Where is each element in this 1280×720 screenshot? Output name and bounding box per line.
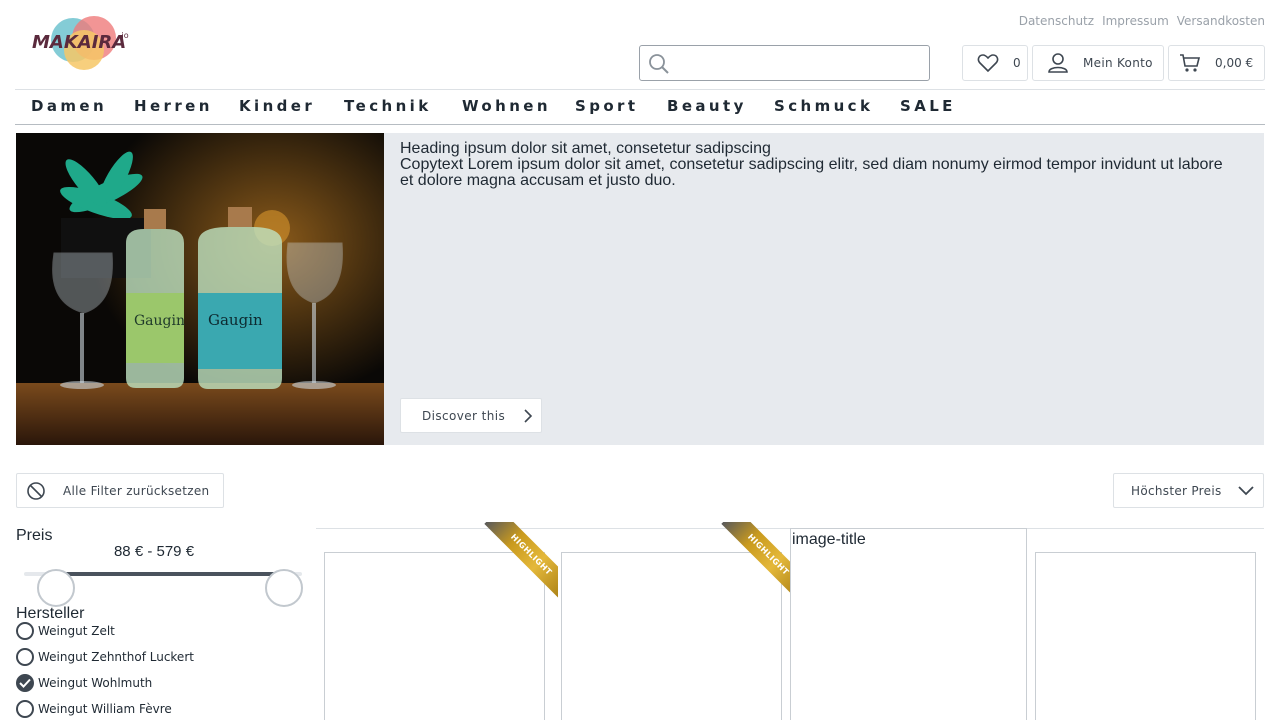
nav-item-schmuck[interactable]: Schmuck xyxy=(774,97,873,115)
search-box xyxy=(639,45,930,81)
highlight-ribbon-label: HIGHLIGHT xyxy=(484,522,558,598)
image-title-alt: image-title xyxy=(792,531,866,548)
sort-label: Höchster Preis xyxy=(1131,483,1222,498)
nav-item-kinder[interactable]: Kinder xyxy=(239,97,315,115)
radio-checked-icon[interactable] xyxy=(16,674,34,692)
maker-label: Weingut Zehnthof Luckert xyxy=(38,650,194,664)
cart-total: 0,00 € xyxy=(1215,56,1254,70)
chevron-right-icon xyxy=(524,409,533,423)
link-datenschutz[interactable]: Datenschutz xyxy=(1019,14,1094,28)
nav-item-wohnen[interactable]: Wohnen xyxy=(462,97,551,115)
meta-links: Datenschutz Impressum Versandkosten xyxy=(1019,14,1265,28)
maker-label: Weingut William Fèvre xyxy=(38,702,172,716)
bottle-label-left: Gaugin xyxy=(134,313,185,329)
nav-item-beauty[interactable]: Beauty xyxy=(667,97,747,115)
bottle-label-right: Gaugin xyxy=(208,311,263,329)
highlight-ribbon: HIGHLIGHT xyxy=(482,522,558,598)
cart-button[interactable]: 0,00 € xyxy=(1168,45,1265,81)
block-icon xyxy=(27,481,45,500)
teaser-copy: Copytext Lorem ipsum dolor sit amet, con… xyxy=(400,156,1223,189)
wishlist-count: 0 xyxy=(1013,56,1021,70)
maker-option[interactable]: Weingut Zehnthof Luckert xyxy=(16,648,194,666)
heart-icon xyxy=(977,54,999,73)
highlight-ribbon-label: HIGHLIGHT xyxy=(721,522,795,598)
maker-option[interactable]: Weingut Zelt xyxy=(16,622,115,640)
nav-item-sport[interactable]: Sport xyxy=(575,97,638,115)
nav-item-damen[interactable]: Damen xyxy=(31,97,107,115)
product-card-broken-image[interactable] xyxy=(790,528,1027,720)
reset-filters-label: Alle Filter zurücksetzen xyxy=(63,483,210,498)
maker-label: Weingut Wohlmuth xyxy=(38,676,153,690)
logo-suffix: .io xyxy=(119,31,129,40)
teaser-text: Heading ipsum dolor sit amet, consetetur… xyxy=(400,141,1240,189)
maker-filter-title: Hersteller xyxy=(16,605,85,622)
nav-item-sale[interactable]: SALE xyxy=(900,97,956,115)
reset-filters-button[interactable]: Alle Filter zurücksetzen xyxy=(16,473,224,508)
radio-unchecked-icon[interactable] xyxy=(16,622,34,640)
link-versandkosten[interactable]: Versandkosten xyxy=(1177,14,1265,28)
nav-item-herren[interactable]: Herren xyxy=(134,97,213,115)
account-button[interactable]: Mein Konto xyxy=(1032,45,1164,81)
wishlist-button[interactable]: 0 xyxy=(962,45,1028,81)
price-range-value: 88 € - 579 € xyxy=(113,543,195,560)
cart-icon xyxy=(1180,54,1201,72)
radio-unchecked-icon[interactable] xyxy=(16,700,34,718)
maker-option[interactable]: Weingut William Fèvre xyxy=(16,700,172,718)
site-logo[interactable]: MAKAIRA .io xyxy=(30,14,134,72)
price-slider-min-handle[interactable] xyxy=(37,569,75,607)
product-card[interactable] xyxy=(1035,552,1256,720)
highlight-ribbon: HIGHLIGHT xyxy=(719,522,795,598)
search-icon[interactable] xyxy=(648,53,670,75)
user-icon xyxy=(1048,53,1068,73)
nav-item-technik[interactable]: Technik xyxy=(344,97,432,115)
main-nav: Damen Herren Kinder Technik Wohnen Sport… xyxy=(15,89,1265,125)
maker-option[interactable]: Weingut Wohlmuth xyxy=(16,674,152,692)
discover-button[interactable]: Discover this xyxy=(400,398,542,433)
price-slider-fill xyxy=(56,572,284,576)
logo-text: MAKAIRA xyxy=(32,32,126,53)
account-label: Mein Konto xyxy=(1083,56,1153,70)
discover-button-label: Discover this xyxy=(422,408,506,423)
maker-label: Weingut Zelt xyxy=(38,624,115,638)
radio-unchecked-icon[interactable] xyxy=(16,648,34,666)
teaser-image: Gaugin Gaugin xyxy=(16,133,384,445)
chevron-down-icon xyxy=(1238,486,1254,496)
link-impressum[interactable]: Impressum xyxy=(1102,14,1169,28)
price-slider-max-handle[interactable] xyxy=(265,569,303,607)
teaser-banner: Gaugin Gaugin Heading ipsum dolor sit am… xyxy=(16,133,1264,445)
teaser-heading: Heading ipsum dolor sit amet, consetetur… xyxy=(400,140,771,157)
search-input[interactable] xyxy=(678,50,918,76)
sort-select[interactable]: Höchster Preis xyxy=(1113,473,1264,508)
